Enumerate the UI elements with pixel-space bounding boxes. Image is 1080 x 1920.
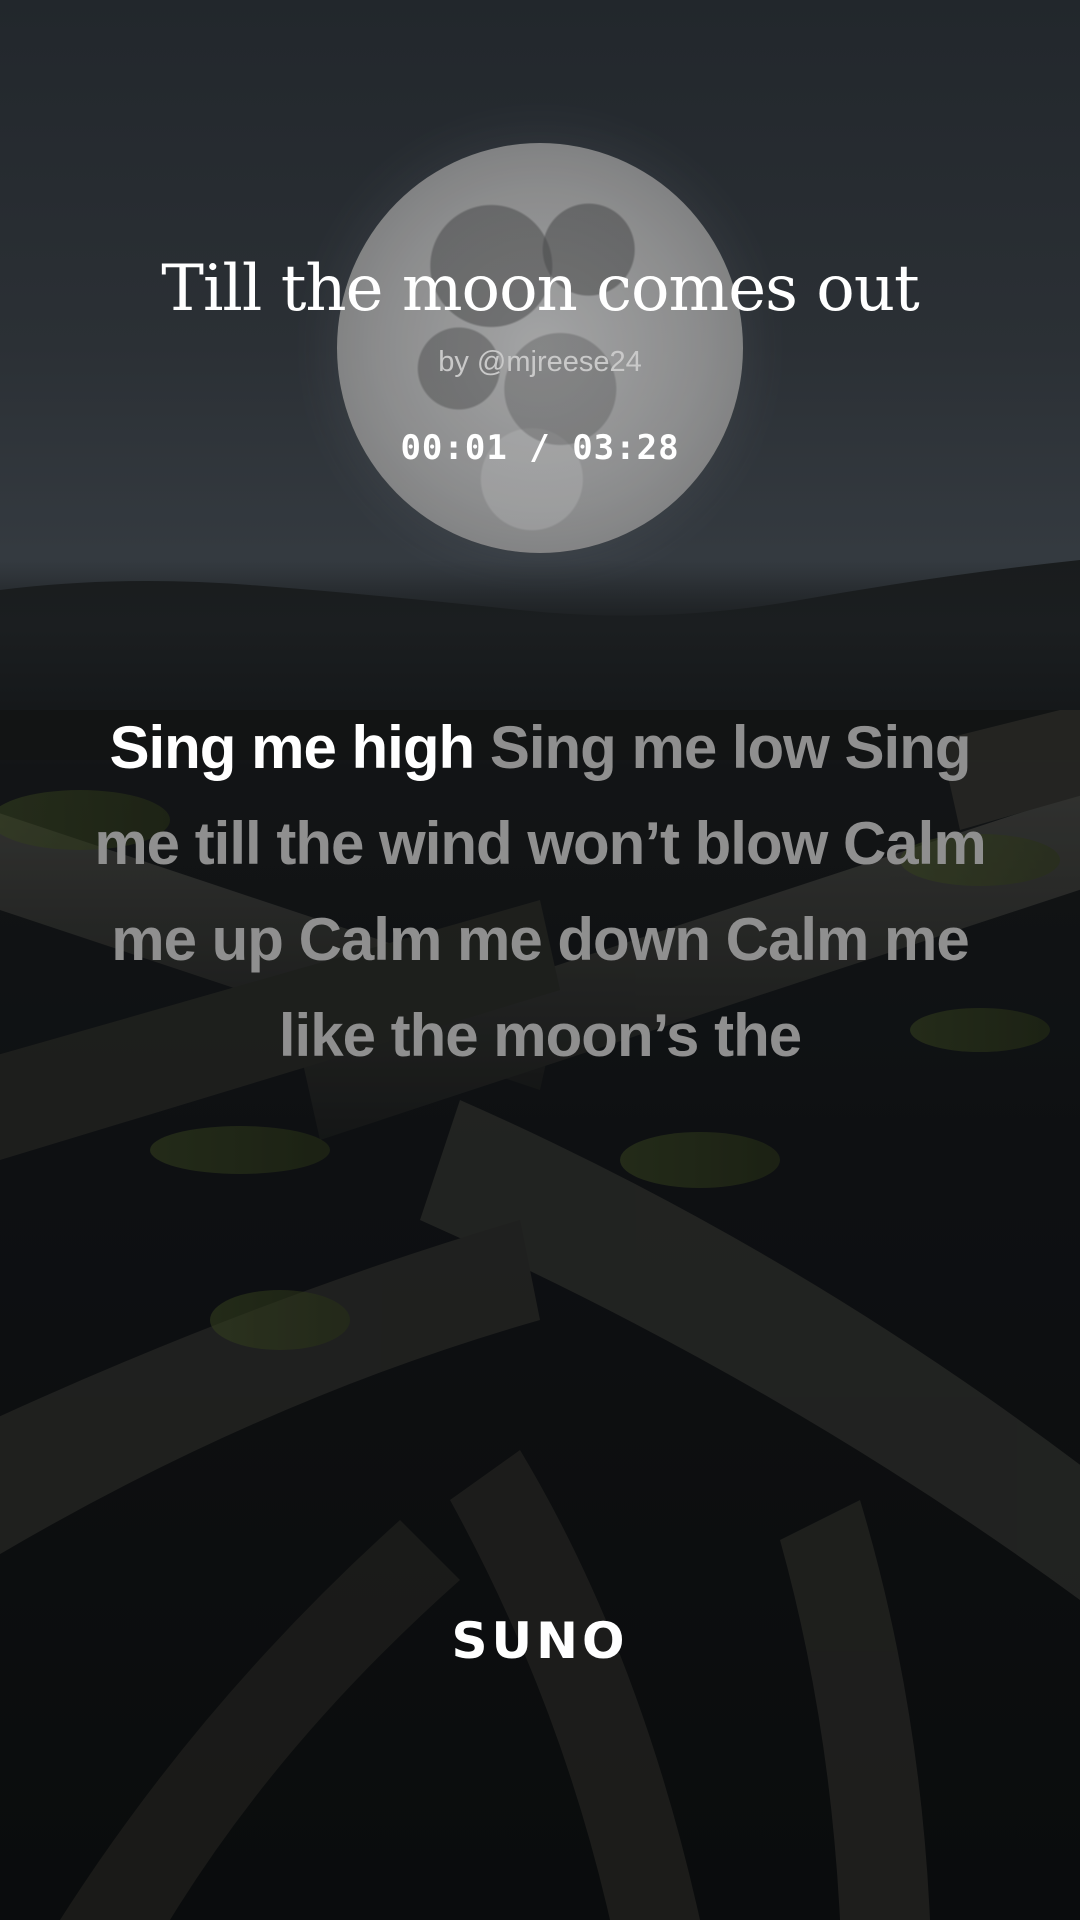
lyric-video-frame: Till the moon comes out by @mjreese24 00… <box>0 0 1080 1920</box>
horizon-shade <box>0 560 1080 710</box>
lyrics-sung-text: Sing me high <box>109 714 475 781</box>
artist-credit: by @mjreese24 <box>438 346 642 378</box>
song-title: Till the moon comes out <box>161 252 920 326</box>
playback-time: 00:01 / 03:28 <box>400 428 680 468</box>
suno-logo: SUNO <box>451 1612 629 1670</box>
lyrics-block: Sing me high Sing me low Sing me till th… <box>60 700 1020 1084</box>
